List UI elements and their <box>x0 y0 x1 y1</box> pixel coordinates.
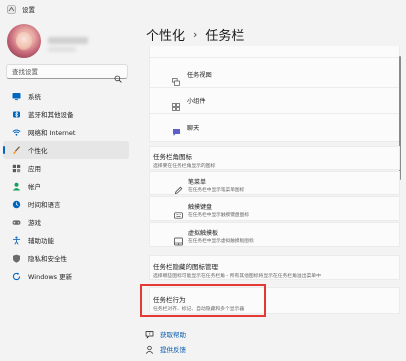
get-help-link[interactable]: ? 获取帮助 <box>145 329 186 339</box>
breadcrumb-separator: › <box>193 28 198 41</box>
svg-text:?: ? <box>148 331 150 336</box>
corner-icon-pen-menu[interactable]: 笔菜单 在任务栏中显示笔菜单图标 <box>149 171 400 195</box>
sidebar-item-label: 时间和语言 <box>28 201 61 209</box>
page-title: 个性化 › 任务栏 <box>146 25 244 44</box>
corner-icon-virtual-touchpad[interactable]: 虚拟触摸板 在任务栏中显示虚拟触摸板图标 <box>149 222 400 247</box>
get-help-label: 获取帮助 <box>160 331 186 339</box>
settings-app-icon <box>7 4 16 14</box>
gamepad-icon <box>12 218 21 227</box>
accessibility-icon <box>12 236 21 245</box>
task-view-label: 任务视图 <box>187 72 212 79</box>
taskbar-item-widgets[interactable]: 小组件 <box>149 88 400 113</box>
sidebar-item-personalization[interactable]: 个性化 <box>3 141 129 159</box>
sidebar-item-label: 隐私和安全性 <box>28 255 67 263</box>
sidebar-item-accounts[interactable]: 帐户 <box>3 177 129 195</box>
wifi-icon <box>12 128 21 137</box>
monitor-icon <box>12 92 21 101</box>
brush-icon <box>12 145 21 155</box>
corner-icons-title: 任务栏角图标 <box>153 153 192 161</box>
give-feedback-link[interactable]: 提供反馈 <box>145 344 186 354</box>
globe-clock-icon <box>12 200 21 209</box>
title-bar: 设置 <box>0 0 406 18</box>
give-feedback-label: 提供反馈 <box>160 346 186 354</box>
help-icon: ? <box>145 330 154 339</box>
avatar[interactable] <box>7 24 41 58</box>
sidebar-item-label: 蓝牙和其他设备 <box>28 111 74 119</box>
sidebar-item-time-language[interactable]: 时间和语言 <box>3 195 129 213</box>
sidebar-item-network[interactable]: 网络和 Internet <box>3 123 129 141</box>
sidebar-item-privacy[interactable]: 隐私和安全性 <box>3 249 129 267</box>
touch-keyboard-description: 在任务栏中显示触摸键盘图标 <box>188 213 249 218</box>
widgets-label: 小组件 <box>187 98 206 105</box>
search-box[interactable] <box>6 64 128 83</box>
person-icon <box>12 182 21 191</box>
taskbar-item-chat[interactable]: 聊天 <box>149 114 400 141</box>
corner-icons-description: 选择要在任务栏角显示的图标 <box>153 164 216 169</box>
sidebar-item-gaming[interactable]: 游戏 <box>3 213 129 231</box>
pen-menu-description: 在任务栏中显示笔菜单图标 <box>188 188 245 193</box>
pen-menu-label: 笔菜单 <box>188 179 207 186</box>
corner-icon-touch-keyboard[interactable]: 触摸键盘 在任务栏中显示触摸键盘图标 <box>149 196 400 221</box>
touchpad-icon <box>174 231 183 250</box>
sidebar-item-bluetooth[interactable]: 蓝牙和其他设备 <box>3 105 129 123</box>
highlight-box <box>140 284 266 317</box>
sidebar-item-label: 辅助功能 <box>28 237 54 245</box>
window-title: 设置 <box>22 6 35 14</box>
feedback-icon <box>145 345 154 354</box>
breadcrumb-parent[interactable]: 个性化 <box>146 25 185 44</box>
overflow-title: 任务栏隐藏的图标管理 <box>153 263 218 271</box>
corner-icons-section[interactable]: 任务栏角图标 选择要在任务栏角显示的图标 <box>149 146 400 170</box>
chat-label: 聊天 <box>187 125 200 132</box>
sidebar-item-windows-update[interactable]: Windows 更新 <box>3 267 129 285</box>
user-email-redacted <box>48 47 76 52</box>
bluetooth-icon <box>12 110 21 119</box>
user-name-redacted <box>48 37 88 44</box>
chat-icon <box>172 122 181 141</box>
sidebar-item-label: 系统 <box>28 93 41 101</box>
sidebar-item-label: 游戏 <box>28 219 41 227</box>
breadcrumb-current: 任务栏 <box>205 29 245 44</box>
update-icon <box>12 272 21 281</box>
sidebar-item-label: 个性化 <box>28 147 48 155</box>
overflow-description: 选择哪些图标可能显示在任务栏角 - 所有其他图标将显示在任务栏角溢出菜单中 <box>153 274 321 279</box>
shield-icon <box>12 254 21 263</box>
sidebar-item-apps[interactable]: 应用 <box>3 159 129 177</box>
user-profile[interactable] <box>5 24 129 66</box>
sidebar-nav: 系统 蓝牙和其他设备 网络和 Internet 个性化 应用 帐户 时间和语言 <box>3 87 129 285</box>
touch-keyboard-label: 触摸键盘 <box>188 204 213 211</box>
search-icon[interactable] <box>114 68 122 83</box>
sidebar-item-system[interactable]: 系统 <box>3 87 129 105</box>
sidebar-item-label: 应用 <box>28 165 41 173</box>
sidebar: 系统 蓝牙和其他设备 网络和 Internet 个性化 应用 帐户 时间和语言 <box>0 18 134 361</box>
virtual-touchpad-description: 在任务栏中显示虚拟触摸板图标 <box>188 239 254 244</box>
sidebar-item-label: 网络和 Internet <box>28 129 76 137</box>
sidebar-item-label: 帐户 <box>28 183 41 191</box>
apps-icon <box>12 164 21 173</box>
overflow-icons-section[interactable]: 任务栏隐藏的图标管理 选择哪些图标可能显示在任务栏角 - 所有其他图标将显示在任… <box>149 255 400 280</box>
taskbar-item-task-view[interactable]: 任务视图 <box>149 62 400 87</box>
sidebar-item-label: Windows 更新 <box>28 273 73 281</box>
sidebar-item-accessibility[interactable]: 辅助功能 <box>3 231 129 249</box>
search-input[interactable] <box>12 67 114 76</box>
virtual-touchpad-label: 虚拟触摸板 <box>188 230 219 237</box>
